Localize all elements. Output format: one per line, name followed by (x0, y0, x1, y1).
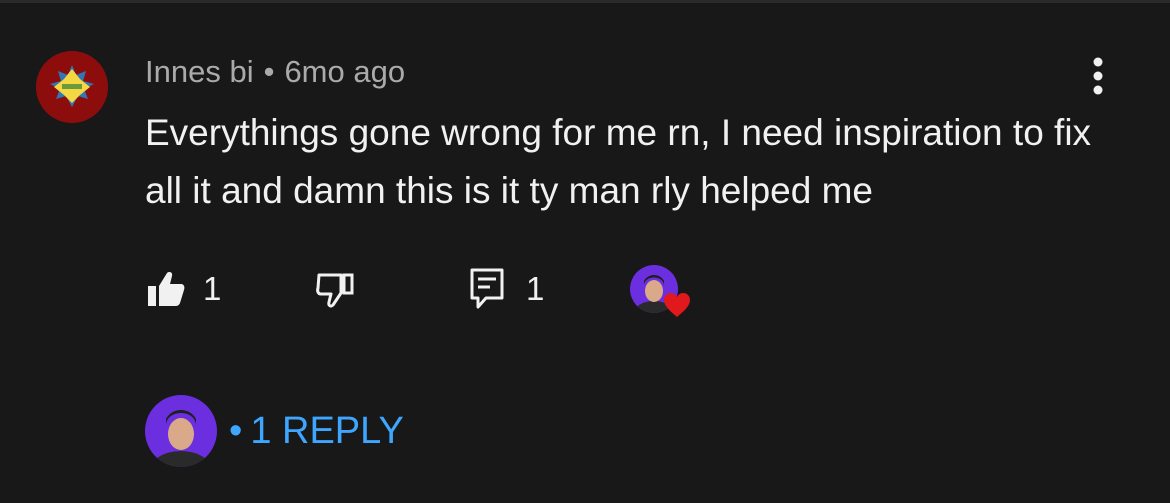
comment-actions: 1 1 (145, 265, 745, 317)
custom-avatar-icon (36, 51, 108, 123)
comment-age: 6mo ago (284, 54, 406, 89)
comment-icon (470, 268, 504, 309)
reply-dot: • (229, 409, 243, 452)
like-button[interactable]: 1 (145, 265, 221, 313)
avatar-icon (145, 395, 217, 467)
more-vertical-icon (1093, 57, 1103, 95)
top-divider (0, 0, 1170, 3)
dislike-button[interactable] (315, 265, 355, 313)
separator-dot: • (263, 54, 275, 89)
author-avatar[interactable] (36, 51, 108, 123)
reply-button[interactable]: 1 (468, 265, 544, 313)
replies-label: 1 REPLY (250, 409, 404, 452)
creator-heart-icon (630, 265, 690, 317)
more-options-button[interactable] (1076, 54, 1120, 98)
comment-header: Innes bi • 6mo ago (145, 52, 405, 92)
comment-text: Everythings gone wrong for me rn, I need… (145, 112, 1092, 211)
creator-heart-badge (630, 265, 696, 321)
view-replies-link[interactable]: • 1 REPLY (229, 410, 404, 453)
reply-count: 1 (526, 270, 545, 307)
author-name[interactable]: Innes bi (145, 54, 254, 89)
thumbs-up-icon (148, 272, 185, 306)
view-replies-row[interactable]: • 1 REPLY (145, 395, 404, 467)
like-count: 1 (203, 270, 222, 307)
reply-avatar (145, 395, 217, 467)
thumbs-down-icon (316, 273, 354, 308)
